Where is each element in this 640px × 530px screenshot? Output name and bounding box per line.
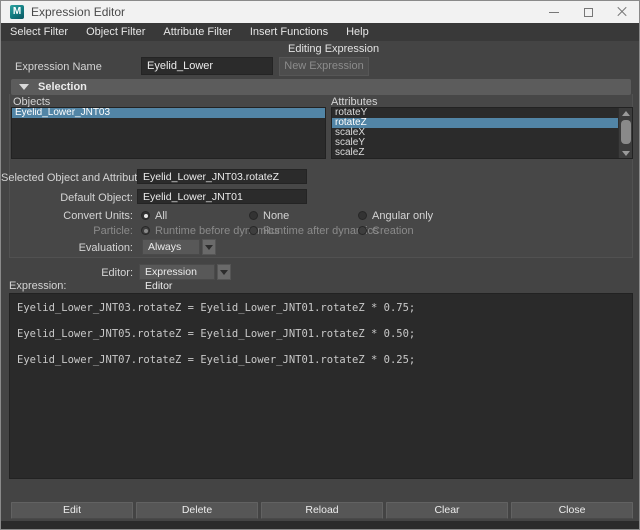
expression-textarea[interactable]: Eyelid_Lower_JNT03.rotateZ = Eyelid_Lowe… — [9, 293, 633, 479]
menu-bar: Select Filter Object Filter Attribute Fi… — [1, 23, 639, 41]
editing-expression-label: Editing Expression — [288, 43, 379, 55]
attributes-scrollbar[interactable] — [618, 108, 632, 158]
evaluation-dropdown-arrow[interactable] — [202, 239, 216, 255]
radio-convert-none-label: None — [263, 210, 289, 222]
editor-label: Editor: — [1, 267, 133, 279]
title-bar: M Expression Editor — [1, 1, 639, 23]
expression-name-label: Expression Name — [15, 61, 102, 73]
delete-button[interactable]: Delete — [136, 502, 258, 519]
convert-units-label: Convert Units: — [1, 210, 133, 222]
radio-creation — [358, 226, 367, 235]
menu-attribute-filter[interactable]: Attribute Filter — [154, 23, 240, 41]
evaluation-dropdown[interactable]: Always — [142, 239, 200, 255]
radio-runtime-before-dynamics — [141, 226, 150, 235]
editor-dropdown-arrow[interactable] — [217, 264, 231, 280]
clear-button[interactable]: Clear — [386, 502, 508, 519]
evaluation-label: Evaluation: — [1, 242, 133, 254]
radio-convert-all[interactable] — [141, 211, 150, 220]
expression-name-input[interactable] — [141, 57, 273, 75]
reload-button[interactable]: Reload — [261, 502, 383, 519]
arrow-down-icon — [622, 151, 630, 156]
chevron-down-icon — [220, 270, 228, 275]
objects-list-item[interactable]: Eyelid_Lower_JNT03 — [12, 108, 325, 118]
attributes-list-item[interactable]: scaleX — [332, 128, 618, 138]
chevron-down-icon — [205, 245, 213, 250]
maya-app-icon: M — [10, 5, 24, 19]
scrollbar-thumb[interactable] — [621, 120, 631, 144]
menu-insert-functions[interactable]: Insert Functions — [241, 23, 337, 41]
edit-button[interactable]: Edit — [11, 502, 133, 519]
selected-object-attribute-label: Selected Object and Attribute: — [1, 172, 133, 184]
menu-object-filter[interactable]: Object Filter — [77, 23, 154, 41]
radio-convert-angular-only-label: Angular only — [372, 210, 433, 222]
expression-label: Expression: — [9, 280, 66, 292]
radio-runtime-before-dynamics-label: Runtime before dynamics — [155, 225, 280, 237]
scroll-up-button[interactable] — [619, 108, 633, 118]
attributes-list-item[interactable]: rotateZ — [332, 118, 618, 128]
radio-convert-angular-only[interactable] — [358, 211, 367, 220]
window-controls — [537, 1, 639, 23]
objects-list[interactable]: Eyelid_Lower_JNT03 — [11, 107, 326, 159]
default-object-label: Default Object: — [1, 192, 133, 204]
particle-label: Particle: — [1, 225, 133, 237]
attributes-list-item[interactable]: scaleZ — [332, 148, 618, 158]
arrow-up-icon — [622, 111, 630, 116]
maximize-button[interactable] — [571, 1, 605, 23]
maximize-icon — [584, 8, 593, 17]
default-object-input[interactable] — [137, 189, 307, 204]
new-expression-button[interactable]: New Expression — [279, 57, 369, 76]
selected-object-attribute-input[interactable] — [137, 169, 307, 184]
close-button[interactable] — [605, 1, 639, 23]
editor-dropdown[interactable]: Expression Editor — [139, 264, 215, 280]
radio-creation-label: Creation — [372, 225, 414, 237]
attributes-list[interactable]: rotateY rotateZ scaleX scaleY scaleZ — [331, 107, 633, 159]
window-title: Expression Editor — [31, 5, 125, 19]
radio-convert-all-label: All — [155, 210, 167, 222]
collapse-triangle-icon — [19, 84, 29, 90]
minimize-button[interactable] — [537, 1, 571, 23]
scroll-down-button[interactable] — [619, 148, 633, 158]
selection-section-label: Selection — [38, 81, 87, 93]
attributes-list-item[interactable]: rotateY — [332, 108, 618, 118]
radio-runtime-after-dynamics — [249, 226, 258, 235]
close-icon — [617, 7, 627, 17]
radio-convert-none[interactable] — [249, 211, 258, 220]
bottom-strip — [1, 521, 639, 529]
minimize-icon — [549, 12, 559, 13]
menu-help[interactable]: Help — [337, 23, 378, 41]
expression-editor-window: M Expression Editor Select Filter Object… — [0, 0, 640, 530]
attributes-list-item[interactable]: scaleY — [332, 138, 618, 148]
selection-section-header[interactable]: Selection — [11, 79, 631, 95]
menu-select-filter[interactable]: Select Filter — [1, 23, 77, 41]
close-action-button[interactable]: Close — [511, 502, 633, 519]
